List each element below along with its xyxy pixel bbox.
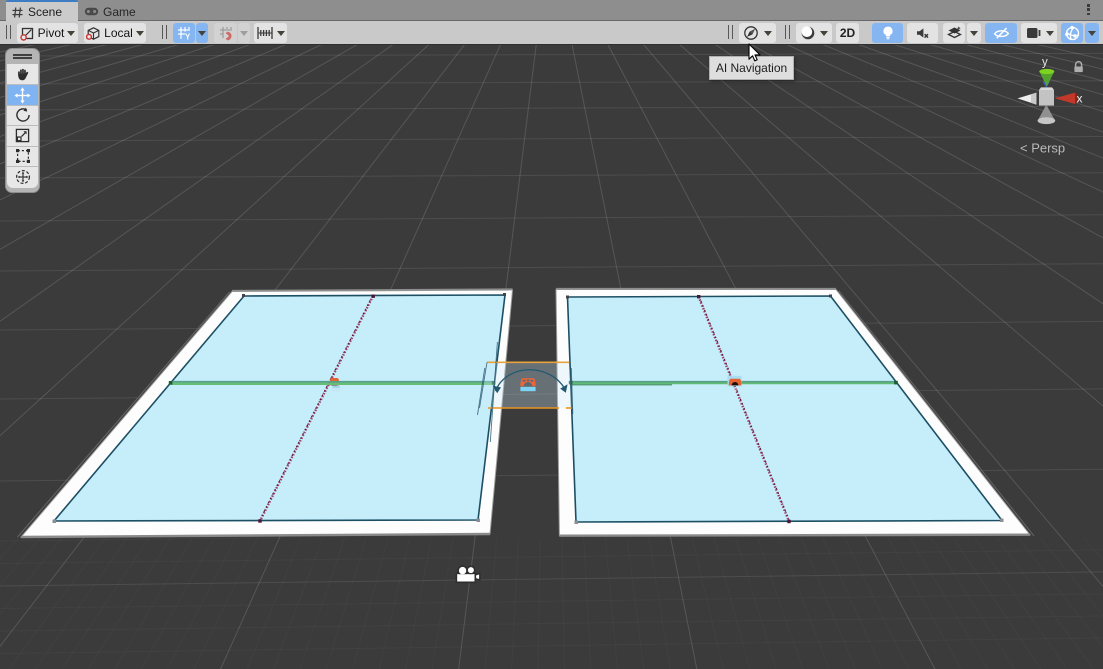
svg-text:Y: Y <box>185 33 191 42</box>
svg-text:< Persp: < Persp <box>1020 141 1065 156</box>
svg-text:y: y <box>1042 57 1048 69</box>
svg-text:x: x <box>1077 92 1083 106</box>
